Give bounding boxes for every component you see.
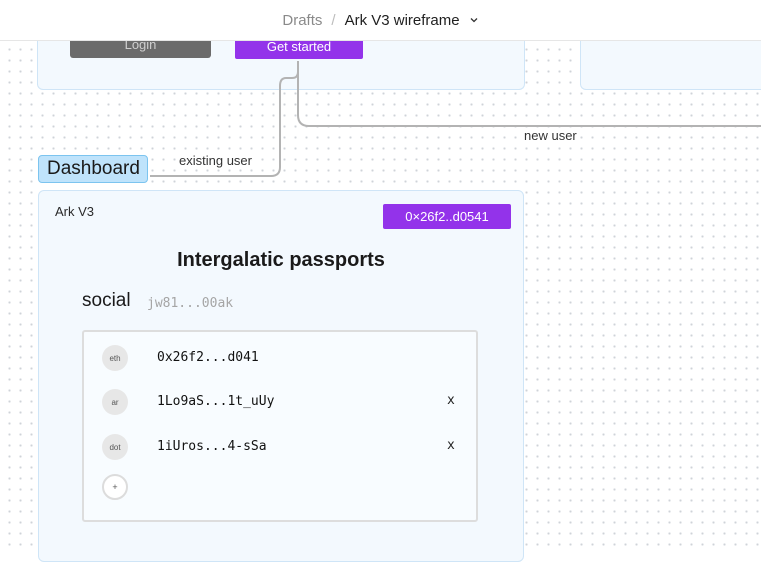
account-address: 1iUros...4-sSa — [157, 439, 267, 454]
app-name: Ark V3 — [55, 204, 95, 219]
chain-badge-ar: ar — [102, 389, 128, 415]
account-address: 0x26f2...d041 — [157, 350, 259, 365]
wallet-address-button[interactable]: 0×26f2..d0541 — [383, 204, 511, 229]
breadcrumb-separator: / — [331, 11, 336, 29]
design-canvas[interactable]: Login Get started new user existing user… — [0, 31, 761, 562]
account-address: 1Lo9aS...1t_uUy — [157, 394, 275, 409]
remove-account-button[interactable]: x — [447, 438, 455, 453]
chain-badge-eth: eth — [102, 345, 128, 371]
page-title: Intergalatic passports — [177, 249, 385, 271]
file-title[interactable]: Ark V3 wireframe — [345, 12, 460, 29]
chevron-down-icon[interactable] — [469, 15, 479, 25]
existing-user-connector-label: existing user — [177, 153, 254, 168]
breadcrumb-drafts-link[interactable]: Drafts — [282, 12, 322, 29]
chain-badge-dot: dot — [102, 434, 128, 460]
breadcrumb: Drafts / Ark V3 wireframe — [0, 0, 761, 41]
list-item: dot 1iUros...4-sSa x — [84, 434, 476, 460]
add-account-button[interactable]: + — [102, 474, 128, 500]
list-item: ar 1Lo9aS...1t_uUy x — [84, 389, 476, 415]
connector-new-user — [297, 61, 761, 127]
list-item: eth 0x26f2...d041 — [84, 345, 476, 371]
dashboard-frame-label[interactable]: Dashboard — [38, 155, 148, 183]
accounts-list: eth 0x26f2...d041 ar 1Lo9aS...1t_uUy x d… — [82, 330, 478, 522]
remove-account-button[interactable]: x — [447, 393, 455, 408]
new-user-connector-label: new user — [522, 128, 579, 143]
social-id: jw81...00ak — [147, 296, 234, 311]
social-label: social — [82, 290, 131, 311]
